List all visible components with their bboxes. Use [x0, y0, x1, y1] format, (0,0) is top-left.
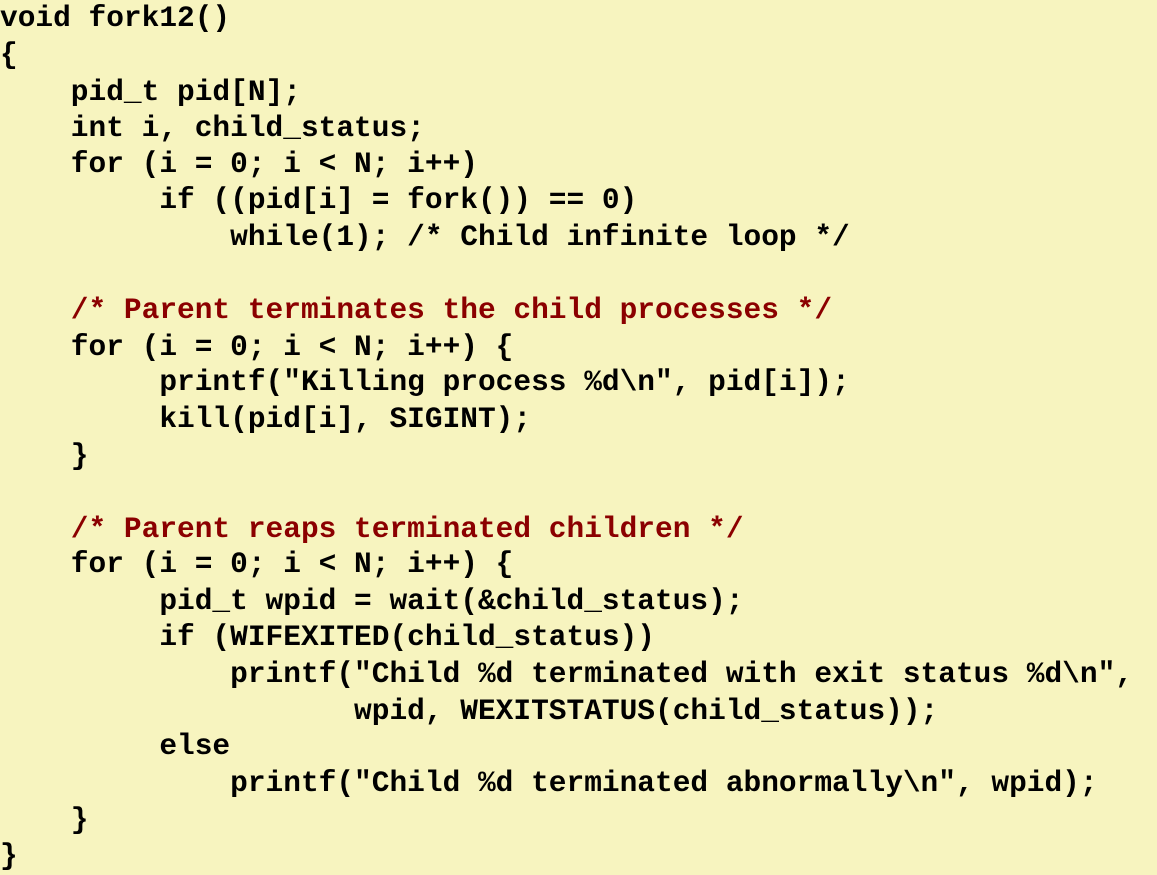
- code-line: }: [0, 803, 89, 837]
- code-line: for (i = 0; i < N; i++) {: [0, 330, 514, 364]
- code-line: if (WIFEXITED(child_status)): [0, 620, 656, 654]
- code-line: kill(pid[i], SIGINT);: [0, 402, 532, 436]
- code-line: while(1); /* Child infinite loop */: [0, 220, 850, 254]
- code-listing: void fork12() { pid_t pid[N]; int i, chi…: [0, 0, 1157, 875]
- code-line: void fork12(): [0, 1, 231, 35]
- code-line: for (i = 0; i < N; i++): [0, 147, 478, 181]
- code-line: printf("Child %d terminated abnormally\n…: [0, 766, 1098, 800]
- code-line: for (i = 0; i < N; i++) {: [0, 547, 514, 581]
- code-line: printf("Child %d terminated with exit st…: [0, 657, 1133, 691]
- code-line: wpid, WEXITSTATUS(child_status));: [0, 694, 939, 728]
- code-line: {: [0, 38, 18, 72]
- code-line: }: [0, 439, 89, 473]
- code-comment: /* Parent reaps terminated children */: [0, 512, 744, 546]
- code-line: if ((pid[i] = fork()) == 0): [0, 183, 638, 217]
- code-line: }: [0, 839, 18, 873]
- code-line: pid_t pid[N];: [0, 75, 301, 109]
- code-line: printf("Killing process %d\n", pid[i]);: [0, 365, 850, 399]
- code-line: pid_t wpid = wait(&child_status);: [0, 584, 744, 618]
- code-line: else: [0, 729, 231, 763]
- code-line: int i, child_status;: [0, 111, 425, 145]
- code-comment: /* Parent terminates the child processes…: [0, 293, 833, 327]
